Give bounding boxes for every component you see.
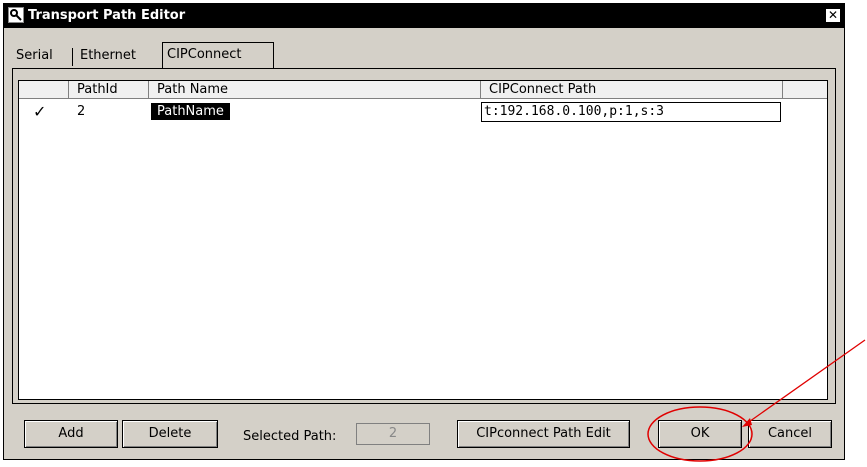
title-bar[interactable]: Transport Path Editor ✕ [4, 4, 844, 28]
app-icon [8, 7, 24, 23]
cancel-button[interactable]: Cancel [748, 420, 832, 448]
column-header-cipconnect-path[interactable]: CIPConnect Path [481, 81, 783, 99]
tab-serial[interactable]: Serial [12, 46, 57, 68]
pathid-cell[interactable]: 2 [77, 103, 85, 120]
delete-button[interactable]: Delete [122, 420, 218, 448]
header-filler [783, 81, 827, 99]
column-header-pathid[interactable]: PathId [69, 81, 149, 99]
path-grid[interactable]: PathId Path Name CIPConnect Path ✓ 2 Pat… [18, 80, 828, 400]
tab-cipconnect[interactable]: CIPConnect [162, 42, 274, 69]
cipconnect-path-edit-button[interactable]: CIPconnect Path Edit [457, 420, 630, 448]
close-icon: ✕ [827, 8, 839, 22]
close-button[interactable]: ✕ [825, 8, 841, 23]
selected-path-label: Selected Path: [243, 429, 337, 444]
path-name-cell[interactable]: PathName [151, 103, 230, 120]
ok-button[interactable]: OK [658, 420, 742, 448]
add-button[interactable]: Add [24, 420, 118, 448]
selected-path-field: 2 [356, 423, 430, 445]
cipconnect-path-input[interactable]: t:192.168.0.100,p:1,s:3 [481, 102, 781, 122]
window-title: Transport Path Editor [28, 8, 186, 23]
check-icon: ✓ [33, 102, 47, 121]
tab-divider [72, 48, 73, 66]
tab-ethernet[interactable]: Ethernet [76, 46, 140, 68]
row-selector-header [19, 81, 69, 99]
column-header-path-name[interactable]: Path Name [149, 81, 481, 99]
